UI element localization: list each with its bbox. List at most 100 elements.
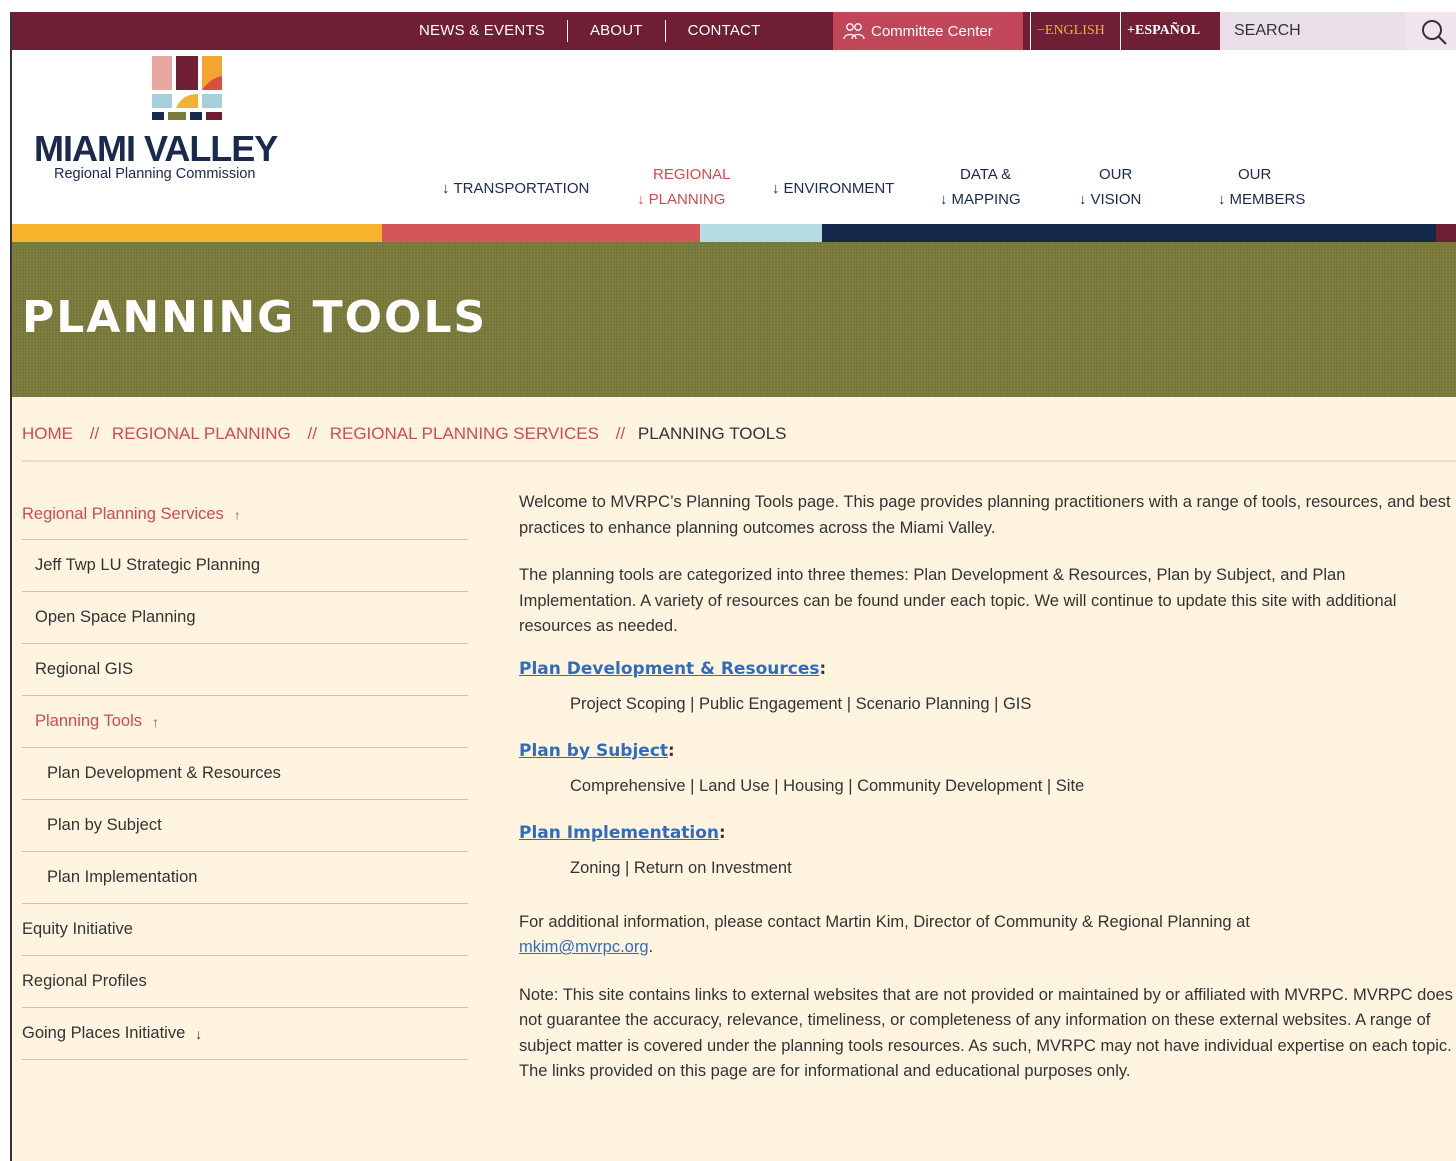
stripe-yellow — [12, 224, 382, 242]
breadcrumb-separator: // — [89, 424, 100, 443]
plan-by-subject-link[interactable]: Plan by Subject — [519, 741, 668, 761]
section-heading: Plan by Subject: — [519, 738, 1456, 765]
nav-label: PLANNING — [648, 191, 726, 208]
stripe-maroon — [1436, 224, 1456, 242]
sidebar-item-label: Equity Initiative — [22, 920, 133, 938]
sidebar-item-plan-implementation[interactable]: Plan Implementation — [22, 852, 468, 904]
stripe-navy — [822, 224, 1436, 242]
section-items: Comprehensive | Land Use | Housing | Com… — [570, 777, 1085, 795]
arrow-down-icon: ↓ — [772, 180, 780, 197]
page-frame: NEWS & EVENTS ABOUT CONTACT Committee Ce… — [10, 12, 1456, 1161]
breadcrumb: HOME // REGIONAL PLANNING // REGIONAL PL… — [22, 424, 791, 444]
committee-center-label: Committee Center — [871, 22, 993, 40]
nav-label: MEMBERS — [1229, 191, 1306, 208]
sidebar-item-label: Jeff Twp LU Strategic Planning — [35, 556, 261, 574]
color-stripes — [12, 224, 1456, 242]
nav-label-line1: OUR — [1099, 166, 1133, 183]
period: . — [648, 938, 654, 956]
about-link[interactable]: ABOUT — [568, 20, 666, 42]
nav-label: VISION — [1090, 191, 1142, 208]
nav-regional-planning[interactable]: REGIONAL ↓ PLANNING — [632, 162, 731, 212]
sidebar-item-regional-profiles[interactable]: Regional Profiles — [22, 956, 468, 1008]
sidebar-item-equity-initiative[interactable]: Equity Initiative — [22, 904, 468, 956]
breadcrumb-home[interactable]: HOME — [22, 424, 73, 443]
arrow-down-icon: ↓ — [442, 180, 450, 197]
colon: : — [668, 740, 675, 760]
plan-implementation-link[interactable]: Plan Implementation — [519, 823, 719, 843]
sidebar-item-plan-by-subject[interactable]: Plan by Subject — [22, 800, 468, 852]
breadcrumb-regional-planning-services[interactable]: REGIONAL PLANNING SERVICES — [330, 424, 599, 443]
sidebar-item-label: Plan by Subject — [47, 816, 162, 834]
colon: : — [819, 658, 827, 678]
sidebar-item-regional-gis[interactable]: Regional GIS — [22, 644, 468, 696]
contact-text: For additional information, please conta… — [519, 912, 1250, 931]
sidebar-item-plan-development[interactable]: Plan Development & Resources — [22, 748, 468, 800]
nav-data-mapping[interactable]: DATA & ↓ MAPPING — [940, 162, 1021, 212]
note-paragraph: Note: This site contains links to extern… — [519, 985, 1453, 1081]
search-input[interactable] — [1220, 12, 1406, 50]
section-heading: Plan Implementation: — [519, 820, 1456, 847]
nav-our-members[interactable]: OUR ↓ MEMBERS — [1218, 162, 1305, 212]
arrow-down-icon: ↓ — [1218, 191, 1226, 208]
nav-label: ENVIRONMENT — [783, 180, 895, 197]
sidebar-nav: Regional Planning Services ↑ Jeff Twp LU… — [22, 490, 468, 1060]
nav-environment[interactable]: ↓ ENVIRONMENT — [772, 176, 894, 201]
nav-transportation[interactable]: ↓ TRANSPORTATION — [442, 176, 589, 201]
breadcrumb-divider — [22, 460, 1456, 462]
english-toggle[interactable]: −ENGLISH — [1030, 12, 1105, 50]
breadcrumb-regional-planning[interactable]: REGIONAL PLANNING — [112, 424, 291, 443]
sidebar-item-open-space[interactable]: Open Space Planning — [22, 592, 468, 644]
colon: : — [719, 822, 726, 842]
stripe-blue — [700, 224, 822, 242]
arrow-down-icon: ↓ — [1079, 191, 1087, 208]
nav-our-vision[interactable]: OUR ↓ VISION — [1079, 162, 1141, 212]
sidebar-item-label: Open Space Planning — [35, 608, 196, 626]
arrow-down-icon: ↓ — [940, 191, 948, 208]
sidebar-item-label: Going Places Initiative — [22, 1024, 186, 1042]
section-items: Project Scoping | Public Engagement | Sc… — [570, 695, 1032, 713]
arrow-down-icon: ↓ — [195, 1025, 203, 1042]
spanish-toggle[interactable]: +ESPAÑOL — [1120, 12, 1200, 50]
top-bar: NEWS & EVENTS ABOUT CONTACT Committee Ce… — [12, 12, 1456, 50]
nav-label-line1: DATA & — [960, 166, 1012, 183]
page-title: PLANNING TOOLS — [22, 292, 488, 343]
people-icon — [843, 23, 865, 40]
sidebar-item-label: Regional Profiles — [22, 972, 147, 990]
nav-label-line1: REGIONAL — [653, 166, 731, 183]
nav-label-line1: OUR — [1238, 166, 1272, 183]
themes-paragraph: The planning tools are categorized into … — [519, 566, 1397, 635]
sidebar-item-label: Regional Planning Services — [22, 505, 224, 523]
section-heading: Plan Development & Resources: — [519, 656, 1456, 683]
sidebar-item-regional-planning-services[interactable]: Regional Planning Services ↑ — [22, 490, 468, 540]
logo-title: MIAMI VALLEY — [34, 128, 278, 169]
committee-center-button[interactable]: Committee Center — [833, 12, 1023, 50]
section-items: Zoning | Return on Investment — [570, 859, 792, 877]
arrow-down-icon: ↓ — [637, 191, 645, 208]
page-hero: PLANNING TOOLS — [12, 242, 1456, 397]
nav-label: MAPPING — [951, 191, 1021, 208]
sidebar-item-label: Plan Implementation — [47, 868, 198, 886]
plan-development-link[interactable]: Plan Development & Resources — [519, 659, 819, 679]
contact-link[interactable]: CONTACT — [666, 20, 783, 42]
stripe-red — [382, 224, 700, 242]
contact-email-link[interactable]: mkim@mvrpc.org — [519, 938, 649, 956]
breadcrumb-separator: // — [615, 424, 626, 443]
sidebar-item-planning-tools[interactable]: Planning Tools ↑ — [22, 696, 468, 748]
search-icon[interactable] — [1420, 18, 1448, 46]
intro-paragraph: Welcome to MVRPC’s Planning Tools page. … — [519, 493, 1451, 537]
main-content: Welcome to MVRPC’s Planning Tools page. … — [519, 490, 1456, 1107]
sidebar-item-label: Regional GIS — [35, 660, 134, 678]
breadcrumb-current: PLANNING TOOLS — [637, 424, 787, 443]
arrow-up-icon: ↑ — [152, 713, 160, 730]
nav-label: TRANSPORTATION — [453, 180, 590, 197]
contact-paragraph: For additional information, please conta… — [519, 910, 1456, 961]
sidebar-item-going-places[interactable]: Going Places Initiative ↓ — [22, 1008, 468, 1060]
news-events-link[interactable]: NEWS & EVENTS — [397, 20, 568, 42]
utility-nav: NEWS & EVENTS ABOUT CONTACT — [397, 12, 782, 50]
sidebar-item-label: Plan Development & Resources — [47, 764, 281, 782]
sidebar-item-label: Planning Tools — [35, 712, 143, 730]
logo-subtitle: Regional Planning Commission — [54, 166, 256, 182]
sidebar-item-jeff-twp[interactable]: Jeff Twp LU Strategic Planning — [22, 540, 468, 592]
arrow-up-icon: ↑ — [233, 506, 241, 523]
site-header: MIAMI VALLEY Regional Planning Commissio… — [12, 50, 1456, 224]
